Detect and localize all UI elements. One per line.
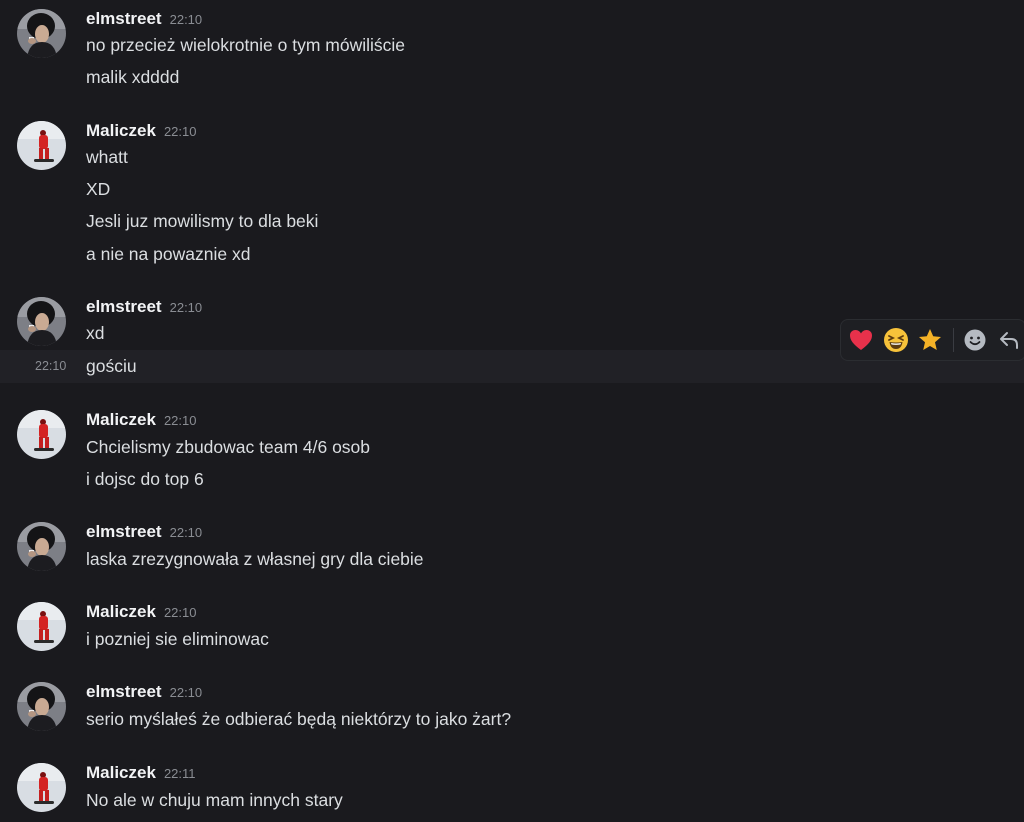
timestamp: 22:11: [163, 766, 196, 781]
message-text: i dojsc do top 6: [86, 469, 204, 489]
message-header: Maliczek 22:10: [86, 409, 196, 431]
avatar[interactable]: [17, 9, 66, 58]
message-header: Maliczek 22:11: [86, 762, 196, 784]
timestamp: 22:10: [163, 605, 197, 620]
message-text: no przecież wielokrotnie o tym mówiliści…: [86, 35, 405, 55]
message-text: whatt: [86, 147, 128, 167]
message-text: laska zrezygnowała z własnej gry dla cie…: [86, 549, 424, 569]
message-header: elmstreet 22:10: [86, 521, 202, 543]
username[interactable]: elmstreet: [86, 522, 162, 541]
avatar[interactable]: [17, 121, 66, 170]
username[interactable]: elmstreet: [86, 682, 162, 701]
message-text: Chcielismy zbudowac team 4/6 osob: [86, 437, 371, 457]
username[interactable]: elmstreet: [86, 297, 162, 316]
timestamp: 22:10: [163, 124, 197, 139]
message-text: gościu: [86, 356, 137, 376]
reply-icon[interactable]: [993, 324, 1024, 356]
timestamp: 22:10: [169, 685, 203, 700]
hover-timestamp: 22:10: [35, 359, 67, 373]
avatar[interactable]: [17, 763, 66, 812]
add-reaction-icon[interactable]: [959, 324, 991, 356]
heart-icon[interactable]: [845, 324, 877, 356]
avatar[interactable]: [17, 410, 66, 459]
chat-log: elmstreet 22:10 no przecież wielokrotnie …: [0, 0, 1024, 822]
avatar[interactable]: [17, 682, 66, 731]
message-text: i pozniej sie eliminowac: [86, 629, 269, 649]
message-text: No ale w chuju mam innych stary: [86, 790, 343, 810]
star-icon[interactable]: [914, 324, 946, 356]
message-text: a nie na powaznie xd: [86, 244, 251, 264]
laughing-face-icon[interactable]: [880, 324, 912, 356]
username[interactable]: Maliczek: [86, 763, 156, 782]
message-header: elmstreet 22:10: [86, 8, 202, 30]
message-header: elmstreet 22:10: [86, 296, 202, 318]
timestamp: 22:10: [169, 300, 203, 315]
message-text: serio myślałeś że odbierać będą niektórz…: [86, 709, 512, 729]
avatar[interactable]: [17, 602, 66, 651]
timestamp: 22:10: [169, 525, 203, 540]
avatar[interactable]: [17, 297, 66, 346]
avatar[interactable]: [17, 522, 66, 571]
message-text: xd: [86, 323, 105, 343]
username[interactable]: Maliczek: [86, 121, 156, 140]
username[interactable]: Maliczek: [86, 602, 156, 621]
message-header: elmstreet 22:10: [86, 681, 202, 703]
timestamp: 22:10: [163, 413, 197, 428]
message-text: Jesli juz mowilismy to dla beki: [86, 211, 319, 231]
username[interactable]: Maliczek: [86, 410, 156, 429]
username[interactable]: elmstreet: [86, 9, 162, 28]
message-header: Maliczek 22:10: [86, 601, 196, 623]
message-header: Maliczek 22:10: [86, 120, 196, 142]
message-actions-toolbar: [840, 319, 1024, 361]
toolbar-divider: [953, 328, 954, 352]
message-text: XD: [86, 179, 111, 199]
message-text: malik xdddd: [86, 67, 180, 87]
timestamp: 22:10: [169, 12, 203, 27]
